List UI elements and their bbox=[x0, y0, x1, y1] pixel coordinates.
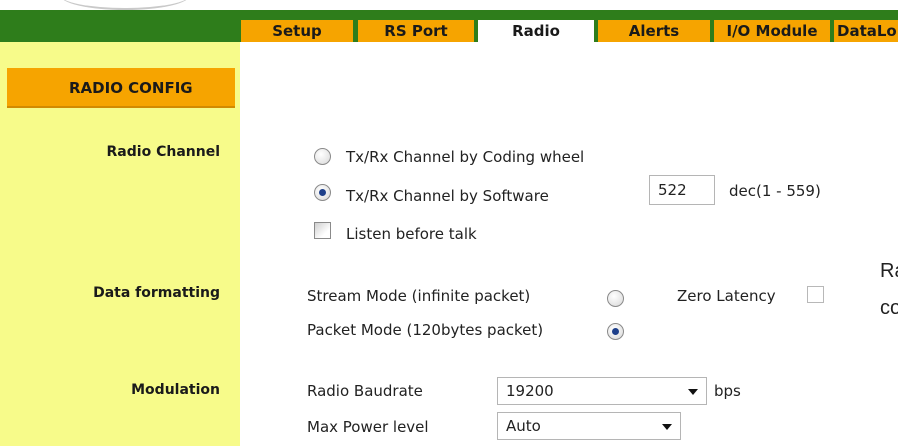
channel-wheel-label: Tx/Rx Channel by Coding wheel bbox=[346, 148, 585, 166]
chevron-down-icon bbox=[688, 389, 698, 395]
baudrate-label: Radio Baudrate bbox=[307, 382, 423, 400]
tab-rs-port[interactable]: RS Port bbox=[358, 20, 474, 42]
power-level-value: Auto bbox=[506, 417, 541, 435]
channel-software-label: Tx/Rx Channel by Software bbox=[346, 187, 549, 205]
stream-mode-label: Stream Mode (infinite packet) bbox=[307, 287, 531, 305]
baudrate-value: 19200 bbox=[506, 382, 554, 400]
baudrate-select[interactable]: 19200 bbox=[497, 377, 707, 405]
tab-setup[interactable]: Setup bbox=[241, 20, 353, 42]
side-note-line-2: co bbox=[880, 297, 898, 319]
baudrate-unit: bps bbox=[714, 382, 741, 400]
power-level-label: Max Power level bbox=[307, 418, 429, 436]
channel-wheel-radio[interactable] bbox=[314, 148, 331, 165]
power-level-select[interactable]: Auto bbox=[497, 412, 681, 440]
stream-mode-radio[interactable] bbox=[607, 290, 624, 307]
channel-range-text: dec(1 - 559) bbox=[729, 182, 821, 200]
tab-io-module[interactable]: I/O Module bbox=[714, 20, 830, 42]
top-band bbox=[0, 0, 898, 10]
zero-latency-checkbox[interactable] bbox=[807, 286, 824, 303]
packet-mode-label: Packet Mode (120bytes packet) bbox=[307, 321, 544, 339]
side-note-line-1: Ra bbox=[880, 260, 898, 282]
tab-datalog[interactable]: DataLo bbox=[834, 20, 898, 42]
channel-software-radio[interactable] bbox=[314, 184, 331, 201]
listen-before-talk-checkbox[interactable] bbox=[314, 222, 331, 239]
channel-number-input[interactable] bbox=[649, 175, 715, 205]
tab-radio[interactable]: Radio bbox=[478, 20, 594, 44]
chevron-down-icon bbox=[662, 424, 672, 430]
section-title: RADIO CONFIG bbox=[7, 68, 235, 108]
radio-channel-label: Radio Channel bbox=[106, 144, 220, 160]
zero-latency-label: Zero Latency bbox=[677, 287, 776, 305]
tab-alerts[interactable]: Alerts bbox=[598, 20, 710, 42]
data-formatting-label: Data formatting bbox=[93, 285, 220, 301]
logo-arc bbox=[60, 0, 190, 10]
packet-mode-radio[interactable] bbox=[607, 323, 624, 340]
listen-before-talk-label: Listen before talk bbox=[346, 225, 477, 243]
modulation-label: Modulation bbox=[131, 382, 220, 398]
